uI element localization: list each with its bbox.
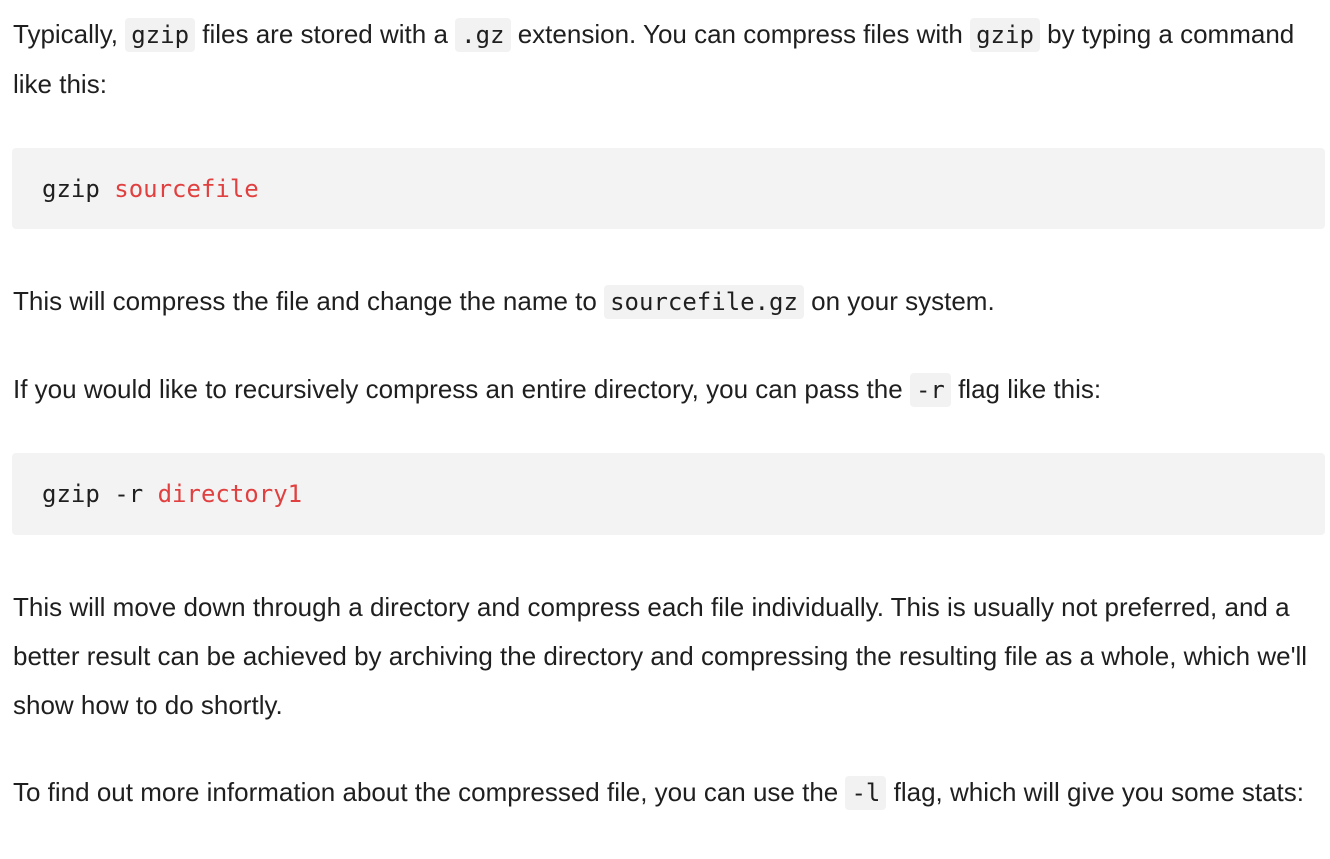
text-segment: flag, which will give you some stats: <box>886 777 1305 807</box>
code-argument: directory1 <box>157 480 303 508</box>
text-segment: If you would like to recursively compres… <box>13 374 910 404</box>
code-block-gzip-recursive: gzip -r directory1 <box>12 453 1325 535</box>
text-segment: on your system. <box>803 286 995 316</box>
inline-code-gzip: gzip <box>970 18 1040 52</box>
paragraph-compress-result: This will compress the file and change t… <box>13 277 1323 327</box>
paragraph-recursive: If you would like to recursively compres… <box>13 365 1323 415</box>
inline-code-gzip: gzip <box>125 18 196 52</box>
text-segment: To find out more information about the c… <box>13 777 846 807</box>
text-segment: This will compress the file and change t… <box>13 286 605 316</box>
text-segment: Typically, <box>13 19 126 49</box>
code-command: gzip -r <box>42 480 158 508</box>
inline-code-l-flag: -l <box>845 776 887 810</box>
text-segment: extension. You can compress files with <box>510 19 971 49</box>
inline-code-sourcefile-gz: sourcefile.gz <box>604 285 804 319</box>
paragraph-recursive-explanation: This will move down through a directory … <box>13 592 1308 720</box>
text-segment: files are stored with a <box>195 19 456 49</box>
article-content: Typically, gzip files are stored with a … <box>0 0 1330 859</box>
code-block-gzip-sourcefile: gzip sourcefile <box>12 148 1325 229</box>
code-command: gzip <box>42 174 115 203</box>
paragraph-gzip-intro: Typically, gzip files are stored with a … <box>13 10 1323 109</box>
paragraph-list-flag: To find out more information about the c… <box>13 768 1323 818</box>
inline-code-gz-extension: .gz <box>455 18 511 52</box>
inline-code-r-flag: -r <box>909 373 951 407</box>
text-segment: flag like this: <box>950 374 1102 404</box>
code-argument: sourcefile <box>114 174 259 203</box>
